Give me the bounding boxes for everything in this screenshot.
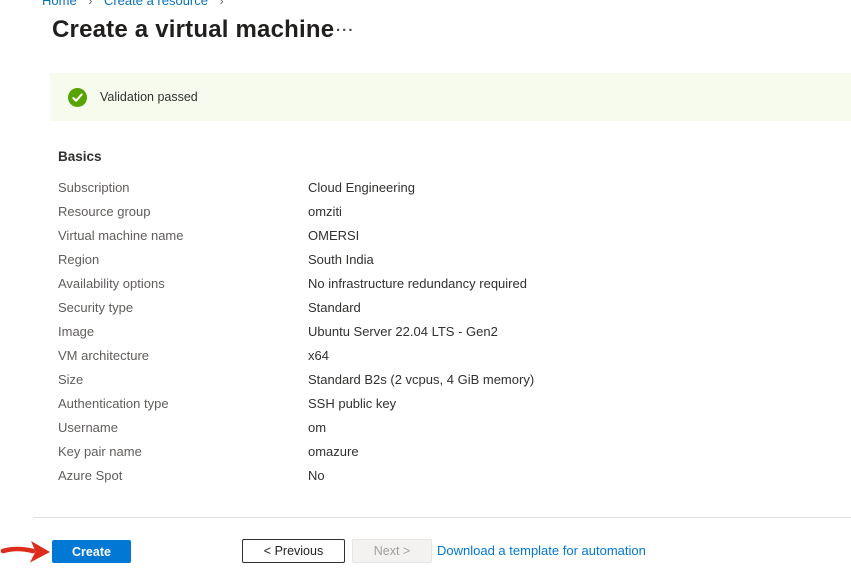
previous-button[interactable]: < Previous [242, 539, 345, 563]
field-label: VM architecture [58, 344, 308, 368]
annotation-arrow-icon [0, 537, 54, 567]
breadcrumb: Home › Create a resource › [42, 0, 232, 8]
download-template-link[interactable]: Download a template for automation [437, 543, 646, 558]
breadcrumb-separator: › [220, 0, 224, 8]
field-value: OMERSI [308, 224, 534, 248]
breadcrumb-separator: › [88, 0, 92, 8]
basics-section-title: Basics [58, 149, 102, 164]
field-value: Standard B2s (2 vcpus, 4 GiB memory) [308, 368, 534, 392]
check-circle-icon [68, 88, 87, 107]
field-label: Virtual machine name [58, 224, 308, 248]
field-label: Subscription [58, 176, 308, 200]
field-value: No infrastructure redundancy required [308, 272, 534, 296]
field-value: x64 [308, 344, 534, 368]
field-label: Image [58, 320, 308, 344]
create-button[interactable]: Create [52, 540, 131, 563]
field-label: Resource group [58, 200, 308, 224]
field-label: Security type [58, 296, 308, 320]
field-label: Size [58, 368, 308, 392]
field-value: omazure [308, 440, 534, 464]
more-actions-button[interactable]: ... [336, 18, 355, 36]
breadcrumb-create-a-resource-link[interactable]: Create a resource [104, 0, 208, 8]
field-value: om [308, 416, 534, 440]
field-value: No [308, 464, 534, 488]
field-label: Region [58, 248, 308, 272]
field-value: Cloud Engineering [308, 176, 534, 200]
field-label: Azure Spot [58, 464, 308, 488]
field-value: omziti [308, 200, 534, 224]
basics-summary-table: Subscription Cloud Engineering Resource … [58, 176, 534, 488]
field-label: Authentication type [58, 392, 308, 416]
field-value: Ubuntu Server 22.04 LTS - Gen2 [308, 320, 534, 344]
breadcrumb-home-link[interactable]: Home [42, 0, 77, 8]
validation-banner: Validation passed [50, 73, 851, 121]
field-value: Standard [308, 296, 534, 320]
field-value: South India [308, 248, 534, 272]
field-label: Availability options [58, 272, 308, 296]
field-label: Key pair name [58, 440, 308, 464]
footer-divider [33, 517, 851, 518]
field-label: Username [58, 416, 308, 440]
field-value: SSH public key [308, 392, 534, 416]
page-title: Create a virtual machine [52, 16, 334, 44]
validation-banner-text: Validation passed [100, 90, 198, 104]
next-button[interactable]: Next > [352, 539, 432, 563]
